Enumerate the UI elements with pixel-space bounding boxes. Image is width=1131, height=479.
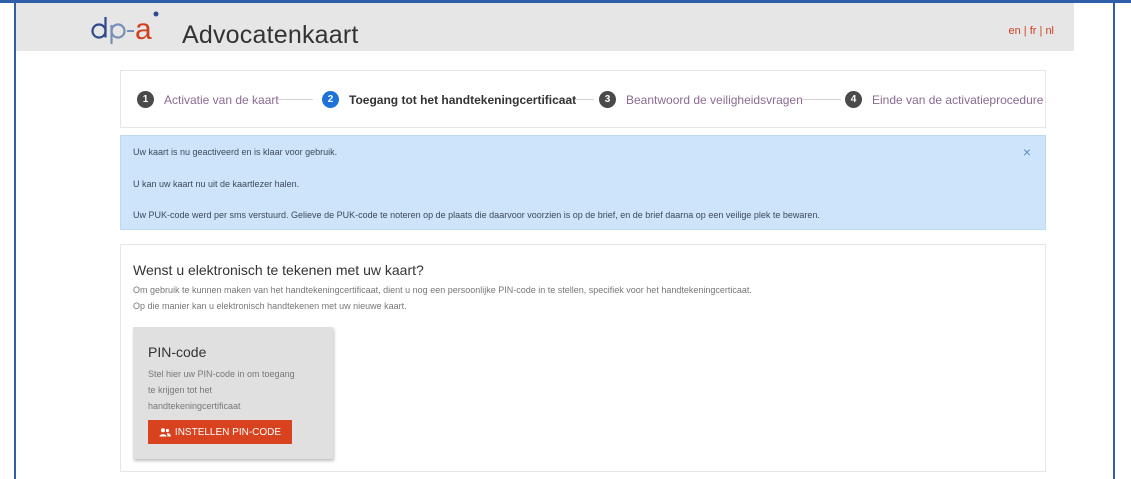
step-2: 2 Toegang tot het handtekeningcertificaa… bbox=[322, 91, 576, 108]
users-icon bbox=[159, 427, 171, 436]
step-3: 3 Beantwoord de veiligheidsvragen bbox=[599, 91, 803, 108]
step-connector bbox=[801, 99, 841, 100]
pin-title: PIN-code bbox=[148, 344, 207, 360]
step-number-badge: 2 bbox=[322, 91, 339, 108]
alert-message-remove-card: U kan uw kaart nu uit de kaartlezer hale… bbox=[133, 179, 300, 189]
frame-right-border bbox=[1113, 0, 1115, 479]
frame-left-border bbox=[14, 0, 16, 479]
close-icon[interactable]: × bbox=[1023, 144, 1031, 160]
lang-separator: | bbox=[1023, 25, 1027, 37]
step-connector bbox=[277, 99, 313, 100]
lang-separator: | bbox=[1039, 25, 1043, 37]
step-number-badge: 4 bbox=[845, 91, 862, 108]
step-number-badge: 1 bbox=[137, 91, 154, 108]
alert-message-activated: Uw kaart is nu geactiveerd en is klaar v… bbox=[133, 147, 338, 157]
step-label: Beantwoord de veiligheidsvragen bbox=[626, 92, 803, 107]
svg-text:a: a bbox=[135, 13, 152, 45]
language-switcher: en | fr | nl bbox=[1008, 25, 1054, 37]
card-text-detail: Op die manier kan u elektronisch handtek… bbox=[133, 301, 407, 311]
pin-description: Stel hier uw PIN-code in om toegang te k… bbox=[148, 369, 295, 411]
success-alert: Uw kaart is nu geactiveerd en is klaar v… bbox=[120, 135, 1046, 230]
lang-en-link[interactable]: en bbox=[1008, 25, 1020, 37]
set-pin-code-button[interactable]: INSTELLEN PIN-CODE bbox=[148, 420, 292, 444]
step-label: Einde van de activatieprocedure bbox=[872, 92, 1044, 107]
signature-card: Wenst u elektronisch te tekenen met uw k… bbox=[120, 244, 1046, 472]
step-number-badge: 3 bbox=[599, 91, 616, 108]
activation-stepper: 1 Activatie van de kaart 2 Toegang tot h… bbox=[120, 70, 1046, 128]
set-pin-code-label: INSTELLEN PIN-CODE bbox=[174, 426, 282, 438]
lang-nl-link[interactable]: nl bbox=[1045, 25, 1054, 37]
alert-message-puk: Uw PUK-code werd per sms verstuurd. Geli… bbox=[133, 210, 820, 220]
app-title: Advocatenkaart bbox=[182, 21, 359, 49]
card-title: Wenst u elektronisch te tekenen met uw k… bbox=[133, 262, 424, 278]
card-text-intro: Om gebruik te kunnen maken van het handt… bbox=[133, 285, 752, 295]
step-label: Activatie van de kaart bbox=[164, 92, 279, 107]
lang-fr-link[interactable]: fr bbox=[1030, 25, 1037, 37]
app-header: a Advocatenkaart en | fr | nl bbox=[16, 3, 1074, 51]
pin-code-panel: PIN-code Stel hier uw PIN-code in om toe… bbox=[133, 327, 333, 459]
step-1: 1 Activatie van de kaart bbox=[137, 91, 279, 108]
step-label: Toegang tot het handtekeningcertificaat bbox=[349, 92, 577, 107]
dpa-logo: a bbox=[91, 11, 159, 45]
step-4: 4 Einde van de activatieprocedure bbox=[845, 91, 1043, 108]
